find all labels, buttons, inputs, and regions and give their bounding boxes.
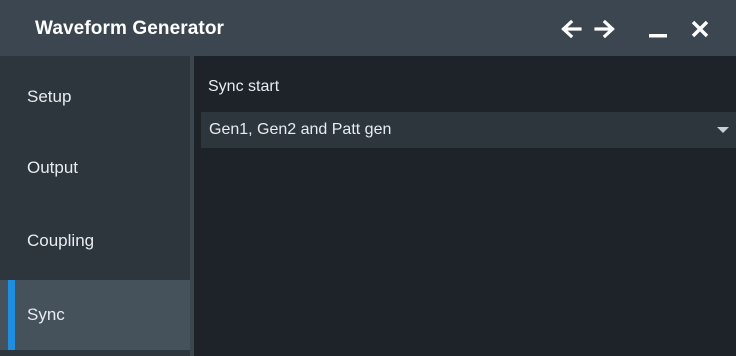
title-bar: Waveform Generator — [0, 0, 736, 56]
close-icon — [691, 20, 709, 38]
minimize-icon — [649, 34, 667, 38]
dialog-title: Waveform Generator — [35, 18, 225, 39]
sidebar-item-label: Setup — [27, 87, 72, 106]
back-button[interactable] — [554, 12, 588, 46]
sync-start-dropdown[interactable]: Gen1, Gen2 and Patt gen — [201, 112, 736, 148]
arrow-left-icon — [561, 19, 582, 39]
close-button[interactable] — [683, 12, 717, 46]
sidebar-item-label: Sync — [27, 305, 65, 324]
sync-start-value: Gen1, Gen2 and Patt gen — [209, 121, 392, 138]
sync-start-label: Sync start — [208, 78, 280, 95]
sidebar-nav: Setup Output Coupling Sync — [0, 56, 190, 356]
sync-panel: Sync start Gen1, Gen2 and Patt gen — [194, 56, 736, 356]
forward-button[interactable] — [588, 12, 622, 46]
sidebar-item-setup[interactable]: Setup — [0, 62, 190, 132]
chevron-down-icon — [717, 127, 729, 133]
sidebar-item-label: Output — [27, 158, 79, 177]
sidebar-item-sync[interactable]: Sync — [0, 280, 190, 350]
minimize-button[interactable] — [641, 12, 675, 46]
waveform-generator-dialog: Waveform Generator Setup Output Coupling… — [0, 0, 736, 356]
arrow-right-icon — [594, 19, 615, 39]
sidebar-item-output[interactable]: Output — [0, 133, 190, 203]
sidebar-item-label: Coupling — [27, 231, 95, 250]
sidebar-item-coupling[interactable]: Coupling — [0, 206, 190, 276]
